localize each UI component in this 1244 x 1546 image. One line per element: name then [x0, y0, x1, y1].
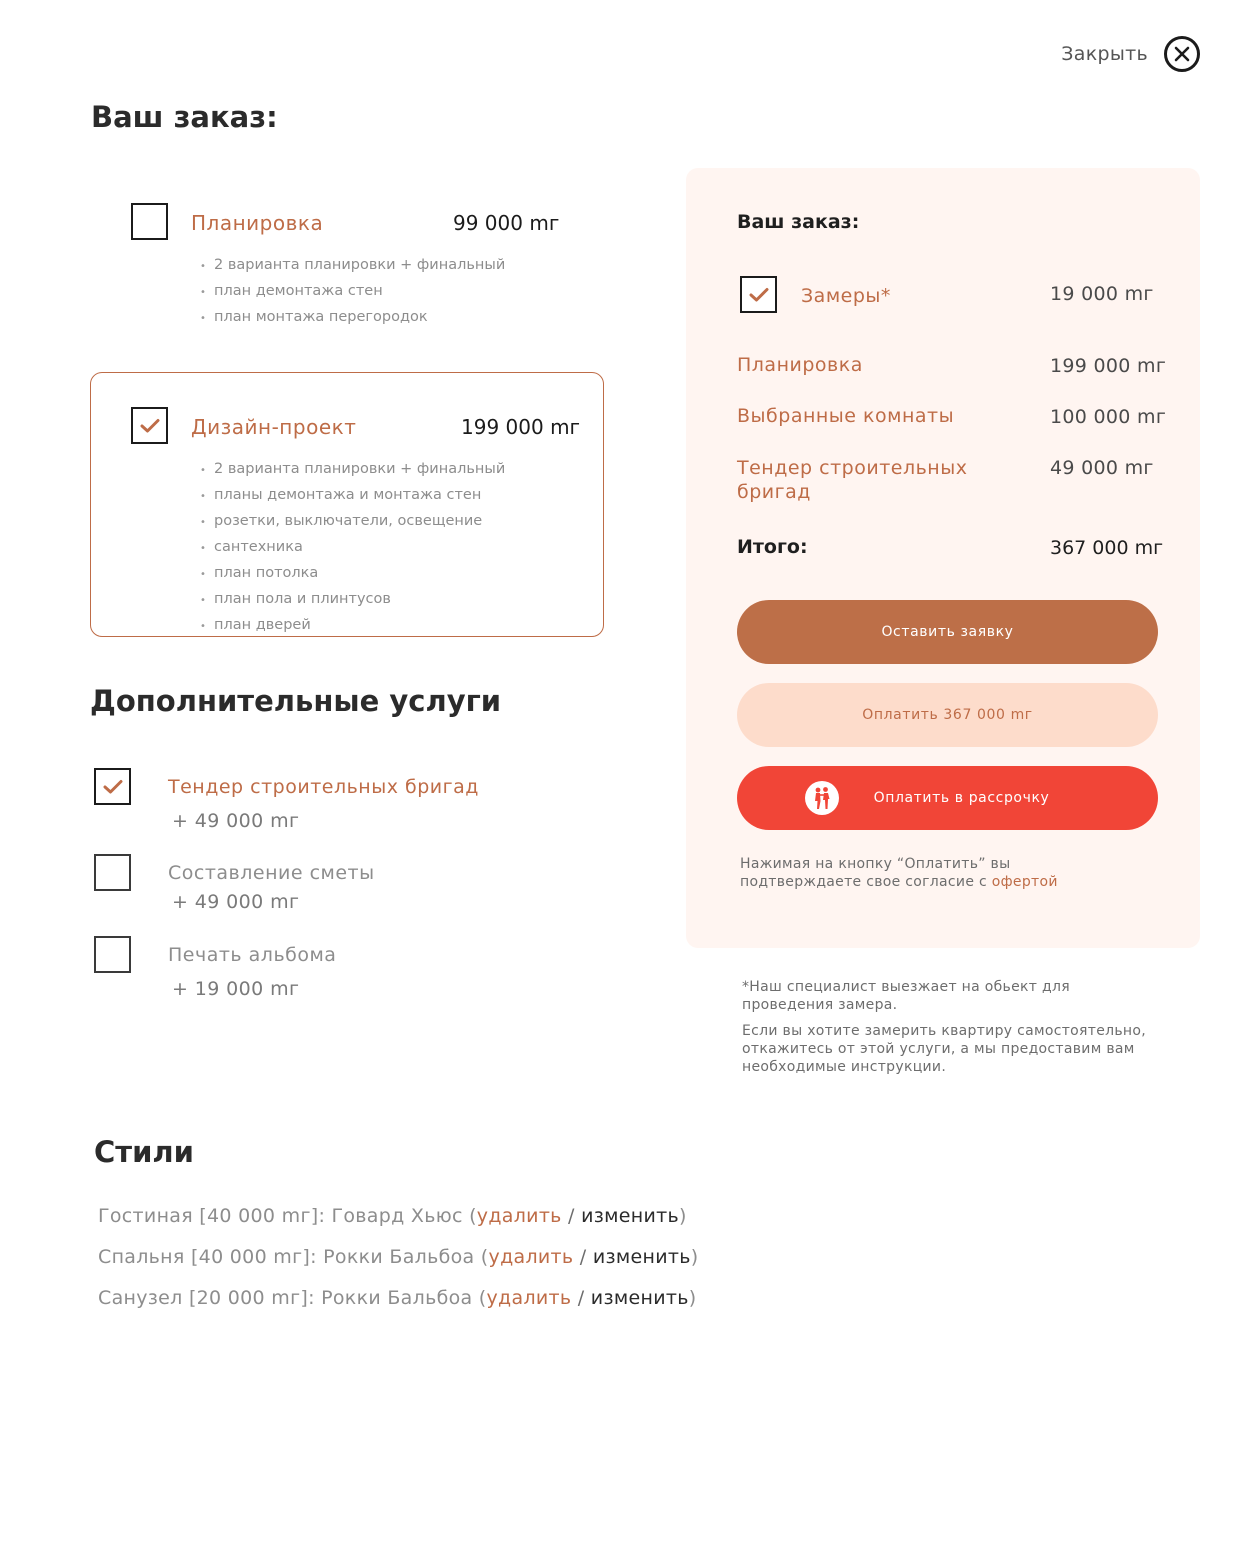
style-item: Санузел [20 000 mг]: Рокки Бальбоа (удал…: [98, 1287, 696, 1309]
footnote-self-measure: Если вы хотите замерить квартиру самосто…: [742, 1023, 1146, 1075]
style-item: Гостиная [40 000 mг]: Говард Хьюс (удали…: [98, 1205, 687, 1227]
extra-estimate-title: Составление сметы: [168, 862, 375, 884]
feature-item: план дверей: [200, 612, 505, 638]
feature-item: план монтажа перегородок: [200, 304, 505, 330]
style-delete-link[interactable]: удалить: [477, 1205, 562, 1227]
extra-album-checkbox[interactable]: [94, 936, 131, 973]
style-item-close: ): [679, 1205, 687, 1227]
installment-label: Оплатить в рассрочку: [873, 790, 1050, 806]
feature-item: розетки, выключатели, освещение: [200, 508, 505, 534]
close-label: Закрыть: [1061, 43, 1148, 65]
total-label: Итого:: [737, 536, 808, 558]
style-item-text: Гостиная [40 000 mг]: Говард Хьюс (: [98, 1205, 477, 1227]
summary-row-label: Выбранные комнаты: [737, 405, 955, 427]
extra-album-title: Печать альбома: [168, 944, 337, 966]
package-planning-features: 2 варианта планировки + финальный план д…: [200, 252, 505, 330]
extra-estimate-price: + 49 000 mг: [172, 891, 300, 913]
submit-request-label: Оставить заявку: [881, 624, 1014, 640]
style-edit-link[interactable]: изменить: [593, 1246, 691, 1268]
measure-price: 19 000 mг: [1050, 283, 1154, 305]
feature-item: планы демонтажа и монтажа стен: [200, 482, 505, 508]
package-design-features: 2 варианта планировки + финальный планы …: [200, 456, 505, 638]
style-item-close: ): [690, 1246, 699, 1268]
close-button[interactable]: Закрыть: [1061, 36, 1200, 72]
style-item: Спальня [40 000 mг]: Рокки Бальбоа (удал…: [98, 1246, 698, 1268]
feature-item: план пола и плинтусов: [200, 586, 505, 612]
extra-tender-price: + 49 000 mг: [172, 810, 300, 832]
total-value: 367 000 mг: [1050, 537, 1164, 559]
installment-button[interactable]: Оплатить в рассрочку: [737, 766, 1158, 830]
pay-button[interactable]: Оплатить 367 000 mг: [737, 683, 1158, 747]
submit-request-button[interactable]: Оставить заявку: [737, 600, 1158, 664]
style-item-text: Спальня [40 000 mг]: Рокки Бальбоа (: [98, 1246, 489, 1268]
summary-title: Ваш заказ:: [737, 211, 860, 233]
offer-link[interactable]: офертой: [992, 874, 1058, 890]
package-design-title: Дизайн-проект: [191, 415, 357, 439]
style-delete-link[interactable]: удалить: [487, 1287, 572, 1309]
checkmark-icon: [103, 779, 122, 793]
style-separator: /: [561, 1205, 582, 1227]
package-design-checkbox[interactable]: [131, 407, 168, 444]
pay-label: Оплатить 367 000 mг: [862, 707, 1033, 723]
feature-item: 2 варианта планировки + финальный: [200, 456, 505, 482]
summary-row-label: Тендер строительных бригад: [737, 457, 968, 503]
feature-item: 2 варианта планировки + финальный: [200, 252, 505, 278]
package-design-price: 199 000 mг: [461, 415, 581, 439]
page-title: Ваш заказ:: [91, 100, 278, 134]
styles-title: Стили: [94, 1135, 194, 1169]
measure-checkbox[interactable]: [740, 276, 777, 313]
consent-note: Нажимая на кнопку “Оплатить” вы подтверж…: [740, 855, 1120, 891]
feature-item: план демонтажа стен: [200, 278, 505, 304]
package-planning-price: 99 000 mг: [453, 211, 560, 235]
summary-row-price: 100 000 mг: [1050, 406, 1167, 428]
style-delete-link[interactable]: удалить: [489, 1246, 574, 1268]
feature-item: сантехника: [200, 534, 505, 560]
extras-title: Дополнительные услуги: [90, 684, 502, 718]
checkmark-icon: [749, 287, 768, 301]
style-item-close: ): [688, 1287, 697, 1309]
consent-text: Нажимая на кнопку “Оплатить” вы подтверж…: [740, 856, 1011, 890]
style-edit-link[interactable]: изменить: [581, 1205, 679, 1227]
extra-tender-checkbox[interactable]: [94, 768, 131, 805]
footnote-measure: *Наш специалист выезжает на обьект для п…: [742, 979, 1070, 1013]
summary-row-price: 49 000 mг: [1050, 457, 1154, 479]
installment-logo-icon: [805, 781, 839, 815]
extra-estimate-checkbox[interactable]: [94, 854, 131, 891]
style-item-text: Санузел [20 000 mг]: Рокки Бальбоа (: [98, 1287, 487, 1309]
package-planning-checkbox[interactable]: [131, 203, 168, 240]
package-planning-title: Планировка: [191, 211, 324, 235]
style-edit-link[interactable]: изменить: [591, 1287, 689, 1309]
extra-tender-title: Тендер строительных бригад: [168, 776, 479, 798]
summary-row-price: 199 000 mг: [1050, 355, 1167, 377]
summary-row-label: Планировка: [737, 354, 863, 376]
style-separator: /: [571, 1287, 591, 1309]
style-separator: /: [573, 1246, 593, 1268]
close-icon[interactable]: [1164, 36, 1200, 72]
measure-label: Замеры*: [801, 285, 891, 307]
feature-item: план потолка: [200, 560, 505, 586]
extra-album-price: + 19 000 mг: [172, 978, 300, 1000]
checkmark-icon: [140, 418, 159, 432]
